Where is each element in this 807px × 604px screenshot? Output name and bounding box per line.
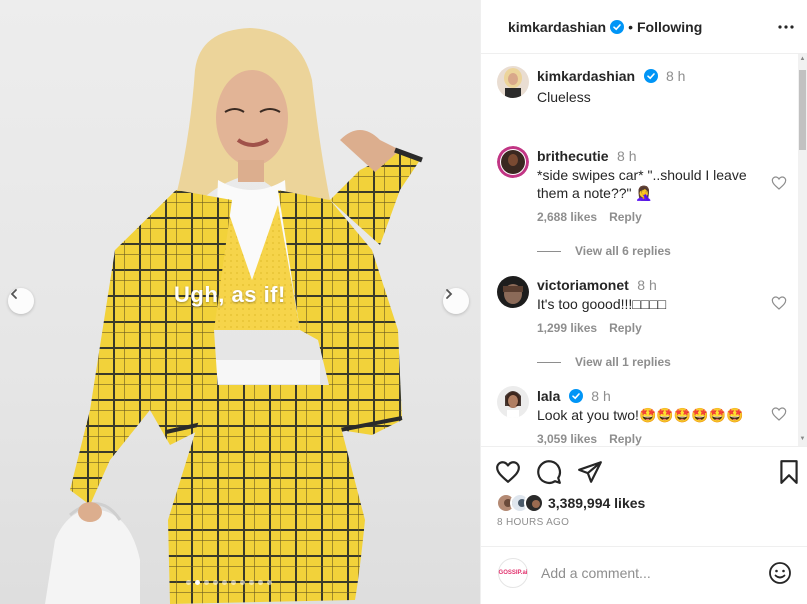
list-item: brithecutie 8 h *side swipes car* "..sho… — [537, 148, 767, 202]
more-horizontal-icon[interactable] — [777, 18, 795, 36]
comment-composer: GOSSIP.ai — [481, 546, 807, 604]
comment-username[interactable]: brithecutie — [537, 148, 609, 164]
view-replies-label: View all 6 replies — [575, 244, 671, 258]
scrollbar-thumb[interactable] — [799, 70, 806, 150]
carousel-dot — [249, 580, 254, 585]
comments-list[interactable]: kimkardashian 8 h Clueless brithecutie 8… — [481, 54, 799, 446]
post-actions: 3,389,994 likes 8 HOURS AGO — [481, 446, 807, 546]
smiley-icon[interactable] — [768, 561, 792, 585]
list-item: victoriamonet 8 h It's too goood!!!□□□□ — [537, 277, 767, 313]
account-avatar: GOSSIP.ai — [498, 558, 528, 588]
scroll-up-arrow[interactable]: ▲ — [799, 56, 806, 64]
overlay-caption: Ugh, as if! — [174, 282, 286, 307]
comments-scrollbar[interactable]: ▲ ▼ — [798, 54, 807, 446]
comment-username[interactable]: lala — [537, 388, 560, 404]
verified-badge-icon — [610, 19, 625, 34]
bookmark-icon[interactable] — [776, 459, 802, 485]
carousel-dot — [267, 580, 272, 585]
avatar[interactable] — [497, 276, 529, 308]
comment-time: 8 h — [617, 148, 637, 164]
header-username[interactable]: kimkardashian — [508, 19, 606, 35]
avatar-image — [526, 495, 542, 511]
comment-text: *side swipes car* "..should I leave them… — [537, 167, 747, 201]
caption-text: Clueless — [537, 89, 591, 105]
post-image[interactable]: Ugh, as if! — [0, 0, 480, 604]
comment-likes[interactable]: 3,059 likes — [537, 432, 597, 446]
chevron-left-icon — [10, 289, 17, 299]
heart-icon[interactable] — [771, 406, 787, 422]
avatar-image — [497, 276, 529, 308]
comment-likes[interactable]: 1,299 likes — [537, 321, 597, 335]
post-timestamp: 8 HOURS AGO — [497, 517, 570, 528]
caption-time: 8 h — [665, 68, 686, 84]
view-replies-button[interactable]: View all 6 replies — [537, 244, 671, 258]
carousel-dot — [240, 580, 245, 585]
carousel-dot-active — [195, 580, 200, 585]
comment-time: 8 h — [637, 277, 657, 293]
caption-username[interactable]: kimkardashian — [537, 68, 635, 84]
heart-icon[interactable] — [771, 295, 787, 311]
avatar[interactable] — [497, 66, 529, 98]
comment-text: Look at you two!🤩🤩🤩🤩🤩🤩 — [537, 407, 744, 423]
scroll-down-arrow[interactable]: ▼ — [799, 436, 806, 444]
caption: kimkardashian 8 h Clueless — [537, 68, 685, 106]
comment-meta: 3,059 likes Reply — [537, 432, 642, 446]
carousel-dot — [231, 580, 236, 585]
view-replies-label: View all 1 replies — [575, 355, 671, 369]
liker-avatar — [524, 493, 544, 513]
verified-badge-icon — [643, 69, 658, 83]
comment-bubble-icon[interactable] — [536, 459, 562, 485]
likes-summary[interactable]: 3,389,994 likes — [496, 493, 645, 513]
carousel-next-button[interactable] — [443, 288, 469, 314]
reply-button[interactable]: Reply — [609, 210, 642, 224]
likes-count[interactable]: 3,389,994 likes — [548, 495, 645, 511]
divider — [537, 250, 561, 252]
avatar[interactable] — [497, 386, 529, 418]
header-separator: • — [628, 18, 633, 35]
carousel-dot — [204, 580, 209, 585]
paper-plane-icon[interactable] — [577, 459, 603, 485]
avatar[interactable] — [497, 146, 529, 178]
heart-icon[interactable] — [771, 175, 787, 191]
list-item: lala 8 h Look at you two!🤩🤩🤩🤩🤩🤩 — [537, 388, 767, 424]
heart-icon[interactable] — [495, 459, 521, 485]
following-button[interactable]: Following — [637, 19, 702, 35]
avatar-image — [497, 66, 529, 98]
carousel-dot — [213, 580, 218, 585]
comment-likes[interactable]: 2,688 likes — [537, 210, 597, 224]
comment-username[interactable]: victoriamonet — [537, 277, 629, 293]
add-comment-input[interactable] — [541, 563, 761, 583]
carousel-dot — [186, 580, 191, 585]
avatar-image — [497, 386, 529, 418]
reply-button[interactable]: Reply — [609, 321, 642, 335]
divider — [537, 361, 561, 363]
chevron-right-icon — [446, 289, 453, 299]
comment-time: 8 h — [591, 388, 611, 404]
reply-button[interactable]: Reply — [609, 432, 642, 446]
view-replies-button[interactable]: View all 1 replies — [537, 355, 671, 369]
post-header: kimkardashian • Following — [481, 0, 807, 54]
comment-meta: 1,299 likes Reply — [537, 321, 642, 335]
avatar-image — [497, 146, 529, 178]
carousel-dot — [258, 580, 263, 585]
post-details-panel: kimkardashian • Following kimkardashian — [480, 0, 807, 604]
comment-meta: 2,688 likes Reply — [537, 210, 642, 224]
comment-text: It's too goood!!!□□□□ — [537, 296, 667, 312]
carousel-prev-button[interactable] — [8, 288, 34, 314]
verified-badge-icon — [568, 389, 583, 403]
carousel-dot — [222, 580, 227, 585]
carousel-indicator — [186, 580, 272, 585]
